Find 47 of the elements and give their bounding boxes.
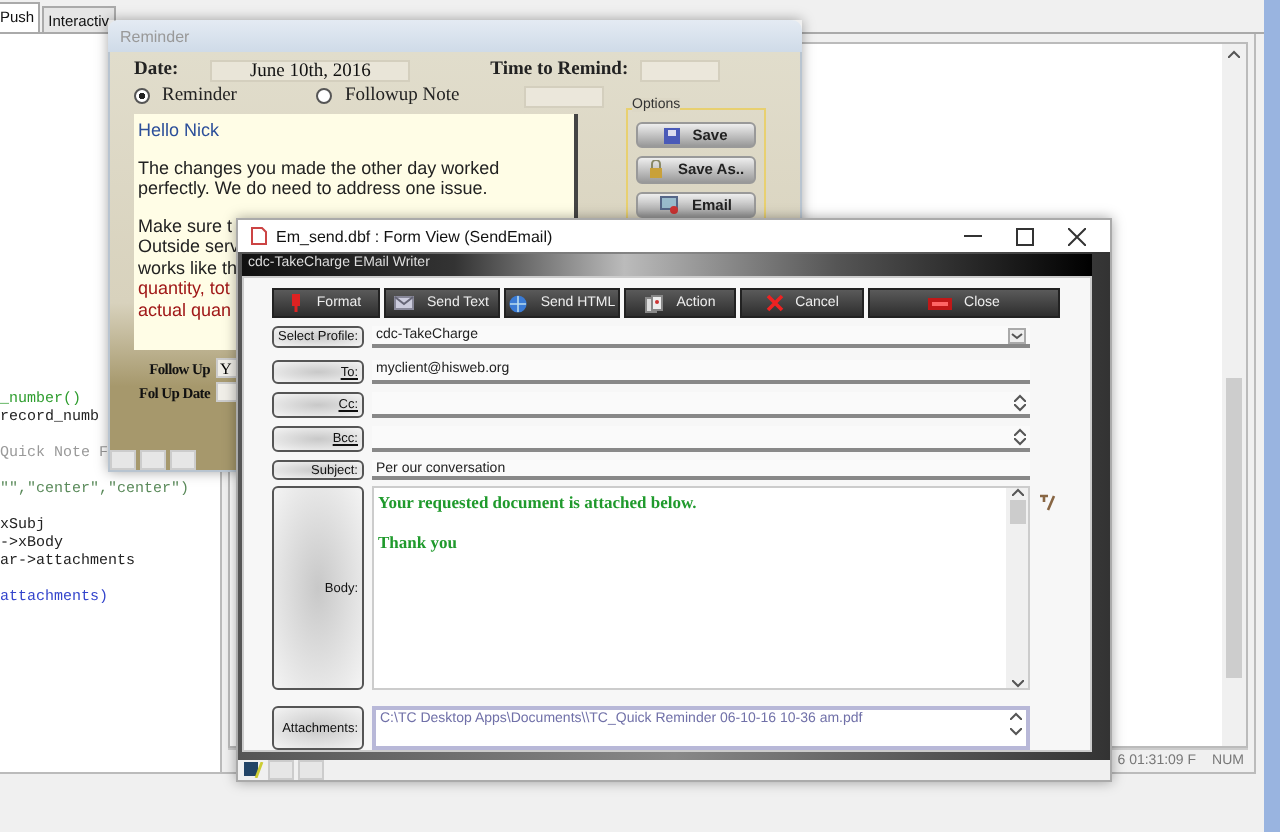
note-line: perfectly. We do need to address one issue. <box>138 178 488 199</box>
body-editor[interactable]: Your requested document is attached below. Thank you <box>372 486 1030 690</box>
exit-sign-icon <box>928 297 953 309</box>
scroll-up-icon[interactable] <box>1011 488 1023 496</box>
scroll-down-icon[interactable] <box>1011 680 1023 688</box>
radio-label: Reminder <box>162 86 237 106</box>
date-label: Date: <box>134 60 179 80</box>
scroll-up-icon[interactable] <box>1010 712 1022 720</box>
close-icon[interactable] <box>1067 227 1085 245</box>
dropdown-icon[interactable] <box>1008 328 1026 344</box>
minimize-icon[interactable] <box>963 234 981 238</box>
scroll-down-icon[interactable] <box>1010 728 1022 736</box>
vertical-scrollbar[interactable] <box>1006 488 1028 688</box>
pen-icon[interactable] <box>1038 494 1056 512</box>
vertical-scrollbar[interactable] <box>1222 44 1246 746</box>
scroll-down-icon[interactable] <box>1014 438 1026 446</box>
time-field[interactable] <box>640 59 721 81</box>
window-title: Em_send.dbf : Form View (SendEmail) <box>276 227 555 245</box>
maximize-icon[interactable] <box>1015 227 1033 245</box>
date-field[interactable]: June 10th, 2016 <box>210 59 411 81</box>
padlock-icon <box>647 160 666 179</box>
note-line: Hello Nick <box>138 120 220 141</box>
note-line: quantity, tot <box>138 278 230 299</box>
scroll-up-icon[interactable] <box>1014 428 1026 436</box>
cards-icon <box>644 293 665 313</box>
marker-icon <box>290 294 305 312</box>
scroll-up-icon[interactable] <box>1014 394 1026 402</box>
radio-button[interactable] <box>316 88 333 104</box>
scroll-down-icon[interactable] <box>1014 404 1026 412</box>
envelope-icon <box>394 296 415 310</box>
scroll-thumb[interactable] <box>1009 500 1025 524</box>
globe-icon <box>508 293 529 313</box>
time-label: Time to Remind: <box>490 60 629 80</box>
scroll-up-icon[interactable] <box>1228 50 1240 58</box>
text-field[interactable] <box>523 85 604 107</box>
radio-label: Followup Note <box>344 86 460 106</box>
note-line: works like th <box>138 257 238 278</box>
body-text: Your requested document is attached below. Thank you <box>376 490 699 556</box>
note-line: The changes you made the other day worked <box>138 157 500 178</box>
cancel-x-icon <box>765 294 784 312</box>
envelope-icon <box>659 195 680 214</box>
document-icon <box>250 226 268 246</box>
note-line: actual quan <box>138 299 232 320</box>
window-title: Reminder <box>108 20 802 52</box>
radio-button[interactable] <box>134 88 150 104</box>
note-line: Make sure t <box>138 215 233 236</box>
edit-mode-icon <box>244 762 264 778</box>
